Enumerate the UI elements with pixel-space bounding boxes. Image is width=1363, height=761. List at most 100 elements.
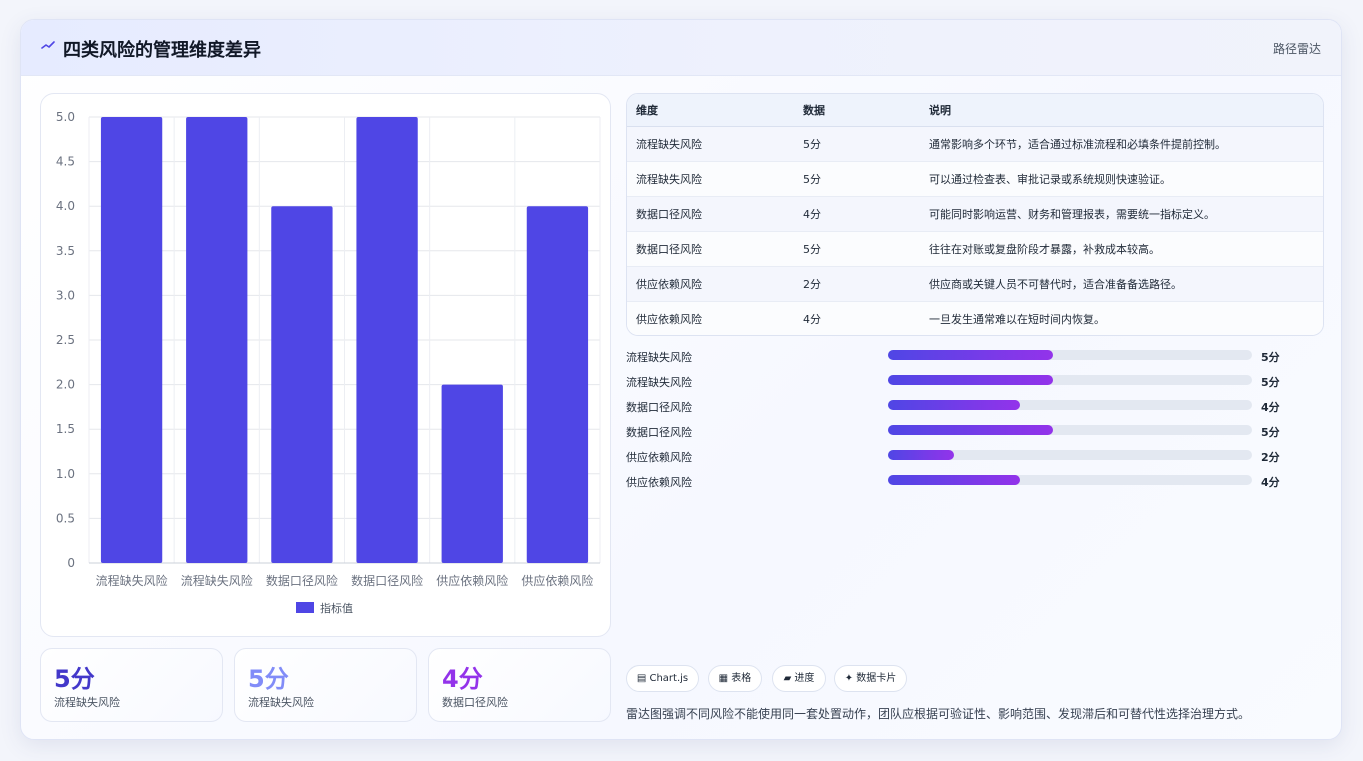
stat-card-2: 5分 流程缺失风险 (234, 648, 417, 722)
legend-swatch (296, 602, 314, 613)
progress-fill (888, 350, 1054, 360)
x-tick-label: 供应依赖风险 (436, 573, 508, 588)
x-tick-label: 供应依赖风险 (521, 573, 593, 588)
progress-row: 流程缺失风险 5分 (626, 371, 1326, 396)
cell-data: 4分 (803, 312, 821, 326)
legend-label: 指标值 (320, 601, 353, 615)
progress-label: 供应依赖风险 (626, 451, 692, 464)
progress-value: 4分 (1261, 476, 1280, 489)
bar[interactable] (441, 384, 503, 563)
progress-value: 5分 (1261, 351, 1280, 364)
progress-row: 流程缺失风险 5分 (626, 346, 1326, 371)
progress-row: 供应依赖风险 4分 (626, 471, 1326, 496)
table-row: 供应依赖风险 4分 一旦发生通常难以在短时间内恢复。 (627, 301, 1323, 335)
table-row: 供应依赖风险 2分 供应商或关键人员不可替代时，适合准备备选路径。 (627, 266, 1323, 302)
footnote-text: 雷达图强调不同风险不能使用同一套处置动作，团队应根据可验证性、影响范围、发现滞后… (626, 707, 1251, 721)
column-header-data: 数据 (794, 94, 920, 127)
progress-value: 5分 (1261, 426, 1280, 439)
cell-data: 5分 (794, 126, 920, 162)
cell-dimension: 数据口径风险 (627, 196, 794, 232)
cell-data: 4分 (794, 196, 920, 232)
table-icon: ▦ 表格 (718, 673, 752, 684)
progress-fill (888, 450, 955, 460)
progress-value: 2分 (1261, 451, 1280, 464)
cell-dimension: 流程缺失风险 (627, 161, 794, 197)
progress-row: 数据口径风险 5分 (626, 421, 1326, 446)
cell-description: 可以通过检查表、审批记录或系统规则快速验证。 (920, 161, 1323, 197)
stat-label: 数据口径风险 (442, 696, 508, 709)
cell-data: 2分 (794, 266, 920, 302)
stat-card-1: 5分 流程缺失风险 (40, 648, 223, 722)
progress-track (888, 375, 1252, 385)
y-tick-label: 1.0 (56, 467, 75, 481)
stat-value: 5分 (54, 665, 95, 693)
progress-label: 流程缺失风险 (626, 351, 692, 364)
chip-table[interactable]: ▦ 表格 (708, 665, 762, 692)
bar[interactable] (271, 206, 333, 563)
x-tick-label: 数据口径风险 (351, 573, 423, 588)
dashboard-card: 四类风险的管理维度差异 路径雷达 0 0.5 1.0 1.5 2.0 2.5 3.0 3.5 4… (20, 19, 1342, 740)
chip-progress[interactable]: ▰ 进度 (772, 665, 826, 692)
bar[interactable] (186, 117, 248, 563)
y-tick-label: 3.5 (56, 244, 75, 258)
stat-label: 流程缺失风险 (54, 696, 120, 709)
progress-fill (888, 475, 1021, 485)
chip-chartjs[interactable]: ▤ Chart.js (626, 665, 699, 692)
trend-line-icon (41, 41, 55, 49)
cell-description: 往往在对账或复盘阶段才暴露，补救成本较高。 (920, 231, 1323, 267)
stat-card-3: 4分 数据口径风险 (428, 648, 611, 722)
progress-value: 4分 (1261, 401, 1280, 414)
progress-fill (888, 400, 1021, 410)
progress-track (888, 350, 1252, 360)
y-tick-label: 2.0 (56, 378, 75, 392)
cell-description: 可能同时影响运营、财务和管理报表，需要统一指标定义。 (920, 196, 1323, 232)
y-tick-label: 4.0 (56, 199, 75, 213)
y-tick-label: 1.5 (56, 422, 75, 436)
cell-data: 5分 (794, 161, 920, 197)
column-header-description: 说明 (920, 94, 1323, 127)
progress-fill (888, 425, 1054, 435)
progress-fill (888, 375, 1054, 385)
cell-dimension: 数据口径风险 (627, 231, 794, 267)
bar[interactable] (100, 117, 163, 563)
bar[interactable] (526, 206, 589, 563)
chart-icon: ▤ Chart.js (636, 673, 689, 684)
progress-track (888, 400, 1252, 410)
progress-label: 流程缺失风险 (626, 376, 692, 389)
y-tick-label: 0 (67, 556, 75, 570)
bar-chart-panel: 0 0.5 1.0 1.5 2.0 2.5 3.0 3.5 4.0 4.5 5.0 流程缺失风险 流程缺… (40, 93, 611, 637)
stat-value: 5分 (248, 665, 289, 693)
y-tick-label: 5.0 (56, 110, 75, 124)
cell-dimension: 供应依赖风险 (627, 266, 794, 302)
table-row: 数据口径风险 5分 往往在对账或复盘阶段才暴露，补救成本较高。 (627, 231, 1323, 267)
cell-description: 一旦发生通常难以在短时间内恢复。 (929, 312, 1105, 326)
progress-list: 流程缺失风险 5分 流程缺失风险 5分 数据口径风险 4分 数据口径风险 5分 供应依赖风险 2分… (626, 346, 1326, 496)
table-header-row: 维度 数据 说明 (627, 94, 1323, 127)
progress-value: 5分 (1261, 376, 1280, 389)
table-row: 流程缺失风险 5分 通常影响多个环节，适合通过标准流程和必填条件提前控制。 (627, 126, 1323, 162)
progress-icon: ▰ 进度 (783, 673, 815, 684)
page-title: 四类风险的管理维度差异 (63, 40, 261, 61)
y-tick-label: 4.5 (56, 155, 75, 169)
progress-track (888, 450, 1252, 460)
x-tick-label: 流程缺失风险 (96, 573, 168, 588)
bar[interactable] (356, 117, 418, 563)
progress-track (888, 475, 1252, 485)
progress-row: 供应依赖风险 2分 (626, 446, 1326, 471)
chip-data-card[interactable]: ✦ 数据卡片 (834, 665, 907, 692)
table-row: 数据口径风险 4分 可能同时影响运营、财务和管理报表，需要统一指标定义。 (627, 196, 1323, 232)
y-tick-label: 2.5 (56, 333, 75, 347)
column-header-dimension: 维度 (627, 94, 794, 127)
progress-label: 供应依赖风险 (626, 476, 692, 489)
x-tick-label: 数据口径风险 (266, 573, 338, 588)
stat-value: 4分 (442, 665, 483, 693)
stat-label: 流程缺失风险 (248, 696, 314, 709)
cell-dimension: 流程缺失风险 (627, 126, 794, 162)
cell-dimension: 供应依赖风险 (636, 312, 702, 326)
progress-label: 数据口径风险 (626, 426, 692, 439)
cell-data: 5分 (794, 231, 920, 267)
progress-row: 数据口径风险 4分 (626, 396, 1326, 421)
cell-description: 通常影响多个环节，适合通过标准流程和必填条件提前控制。 (920, 126, 1323, 162)
table-row: 流程缺失风险 5分 可以通过检查表、审批记录或系统规则快速验证。 (627, 161, 1323, 197)
y-tick-label: 3.0 (56, 288, 75, 302)
